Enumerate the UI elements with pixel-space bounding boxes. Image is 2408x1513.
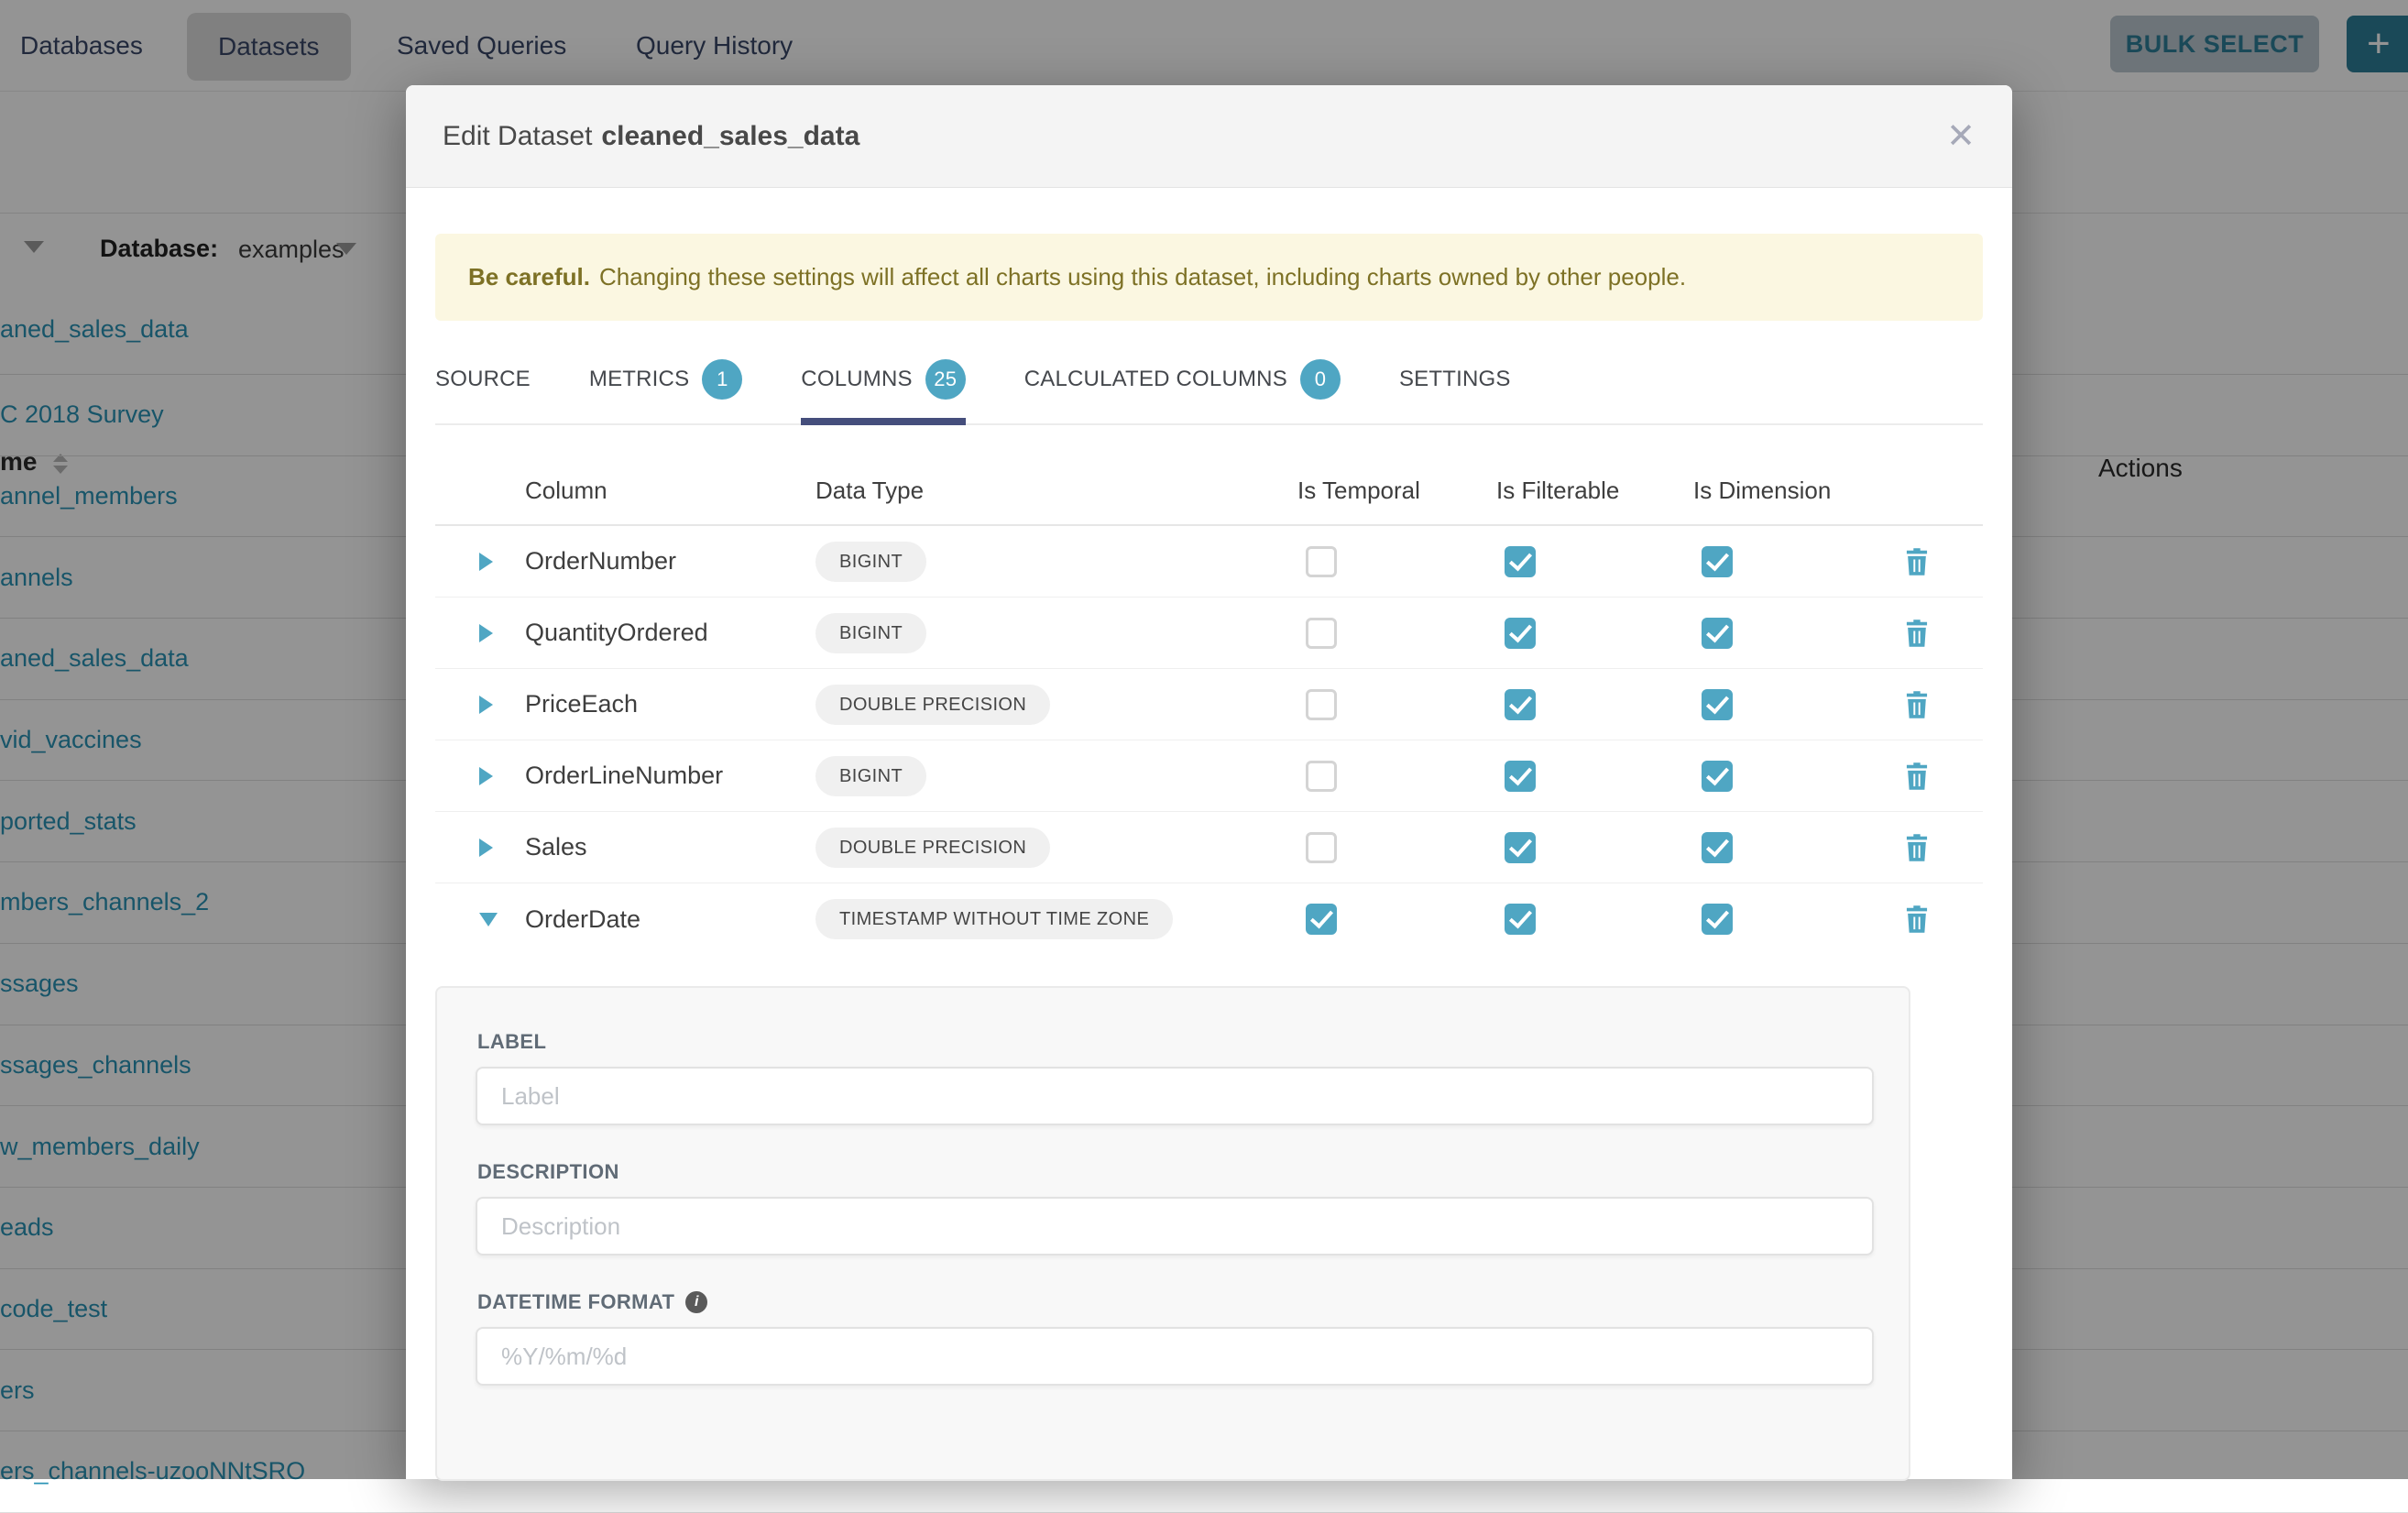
is-dimension-checkbox[interactable] xyxy=(1702,832,1733,863)
expand-caret-icon[interactable] xyxy=(435,839,525,857)
close-icon[interactable]: ✕ xyxy=(1946,119,1976,154)
label-field-group: LABEL xyxy=(476,1030,1870,1160)
is-filterable-checkbox[interactable] xyxy=(1505,618,1536,649)
modal-header: Edit Dataset cleaned_sales_data ✕ xyxy=(406,85,2012,188)
data-type-pill: BIGINT xyxy=(815,756,926,796)
is-dimension-checkbox[interactable] xyxy=(1702,904,1733,935)
tab-label: SETTINGS xyxy=(1399,367,1511,392)
is-temporal-checkbox[interactable] xyxy=(1306,546,1337,577)
column-name: PriceEach xyxy=(525,690,815,718)
modal-body: Be careful. Changing these settings will … xyxy=(406,234,2012,1481)
is-temporal-checkbox[interactable] xyxy=(1306,618,1337,649)
is-dimension-checkbox[interactable] xyxy=(1702,689,1733,720)
label-input[interactable] xyxy=(476,1067,1874,1125)
description-field-label: DESCRIPTION xyxy=(477,1160,1870,1184)
column-name: OrderNumber xyxy=(525,547,815,576)
column-detail-panel: LABEL DESCRIPTION DATETIME FORMAT i xyxy=(435,986,1910,1481)
is-temporal-checkbox[interactable] xyxy=(1306,904,1337,935)
column-row-QuantityOrdered: QuantityOrdered BIGINT xyxy=(435,598,1983,669)
tab-label: METRICS xyxy=(589,367,689,392)
is-temporal-header: Is Temporal xyxy=(1297,477,1445,505)
label-field-label: LABEL xyxy=(477,1030,1870,1054)
warning-bold-text: Be careful. xyxy=(468,263,590,291)
is-temporal-checkbox[interactable] xyxy=(1306,761,1337,792)
is-temporal-checkbox[interactable] xyxy=(1306,689,1337,720)
column-name: OrderLineNumber xyxy=(525,762,815,790)
column-header: Column xyxy=(525,477,815,505)
warning-banner: Be careful. Changing these settings will … xyxy=(435,234,1983,321)
data-type-pill: TIMESTAMP WITHOUT TIME ZONE xyxy=(815,899,1173,939)
expand-caret-icon[interactable] xyxy=(435,767,525,785)
modal-tabs: SOURCE METRICS 1 COLUMNS 25 CALCULATED C… xyxy=(435,345,1983,425)
modal-title-dataset-name: cleaned_sales_data xyxy=(601,121,859,151)
column-name: QuantityOrdered xyxy=(525,619,815,647)
tab-metrics[interactable]: METRICS 1 xyxy=(589,345,742,425)
tab-label: SOURCE xyxy=(435,367,531,392)
expand-caret-icon[interactable] xyxy=(435,696,525,714)
column-row-PriceEach: PriceEach DOUBLE PRECISION xyxy=(435,669,1983,740)
tab-source[interactable]: SOURCE xyxy=(435,345,531,425)
data-type-header: Data Type xyxy=(815,477,1246,505)
column-row-OrderDate: OrderDate TIMESTAMP WITHOUT TIME ZONE xyxy=(435,883,1983,955)
tab-columns[interactable]: COLUMNS 25 xyxy=(801,345,965,425)
modal-title: Edit Dataset cleaned_sales_data xyxy=(443,121,859,152)
data-type-pill: DOUBLE PRECISION xyxy=(815,828,1050,868)
delete-column-trash-icon[interactable] xyxy=(1903,619,1983,648)
column-row-OrderLineNumber: OrderLineNumber BIGINT xyxy=(435,740,1983,812)
delete-column-trash-icon[interactable] xyxy=(1903,762,1983,791)
delete-column-trash-icon[interactable] xyxy=(1903,547,1983,576)
is-dimension-checkbox[interactable] xyxy=(1702,761,1733,792)
tab-label: CALCULATED COLUMNS xyxy=(1024,367,1287,392)
data-type-pill: BIGINT xyxy=(815,613,926,653)
is-filterable-checkbox[interactable] xyxy=(1505,904,1536,935)
column-name: Sales xyxy=(525,833,815,861)
columns-table-header: Column Data Type Is Temporal Is Filterab… xyxy=(435,456,1983,526)
metrics-count-badge: 1 xyxy=(702,359,742,400)
info-icon[interactable]: i xyxy=(685,1291,707,1313)
delete-column-trash-icon[interactable] xyxy=(1903,690,1983,719)
is-filterable-checkbox[interactable] xyxy=(1505,546,1536,577)
edit-dataset-modal: Edit Dataset cleaned_sales_data ✕ Be care… xyxy=(406,85,2012,1479)
is-filterable-checkbox[interactable] xyxy=(1505,761,1536,792)
collapse-caret-icon[interactable] xyxy=(435,913,525,926)
column-row-OrderNumber: OrderNumber BIGINT xyxy=(435,526,1983,598)
column-name: OrderDate xyxy=(525,905,815,934)
calculated-columns-count-badge: 0 xyxy=(1300,359,1341,400)
is-dimension-checkbox[interactable] xyxy=(1702,618,1733,649)
datetime-format-field-group: DATETIME FORMAT i xyxy=(476,1290,1870,1386)
modal-title-prefix: Edit Dataset xyxy=(443,121,592,151)
warning-text: Changing these settings will affect all … xyxy=(599,263,1686,291)
tab-settings[interactable]: SETTINGS xyxy=(1399,345,1511,425)
is-dimension-checkbox[interactable] xyxy=(1702,546,1733,577)
is-temporal-checkbox[interactable] xyxy=(1306,832,1337,863)
description-field-group: DESCRIPTION xyxy=(476,1160,1870,1290)
columns-count-badge: 25 xyxy=(925,359,966,400)
column-row-Sales: Sales DOUBLE PRECISION xyxy=(435,812,1983,883)
datetime-format-input[interactable] xyxy=(476,1327,1874,1386)
is-filterable-checkbox[interactable] xyxy=(1505,832,1536,863)
tab-calculated-columns[interactable]: CALCULATED COLUMNS 0 xyxy=(1024,345,1341,425)
data-type-pill: BIGINT xyxy=(815,542,926,582)
tab-label: COLUMNS xyxy=(801,367,912,392)
delete-column-trash-icon[interactable] xyxy=(1903,905,1983,934)
is-filterable-checkbox[interactable] xyxy=(1505,689,1536,720)
expand-caret-icon[interactable] xyxy=(435,624,525,642)
data-type-pill: DOUBLE PRECISION xyxy=(815,685,1050,725)
is-dimension-header: Is Dimension xyxy=(1693,477,1839,505)
is-filterable-header: Is Filterable xyxy=(1496,477,1642,505)
datetime-format-field-label: DATETIME FORMAT i xyxy=(477,1290,1870,1314)
expand-caret-icon[interactable] xyxy=(435,553,525,571)
delete-column-trash-icon[interactable] xyxy=(1903,833,1983,862)
description-input[interactable] xyxy=(476,1197,1874,1255)
